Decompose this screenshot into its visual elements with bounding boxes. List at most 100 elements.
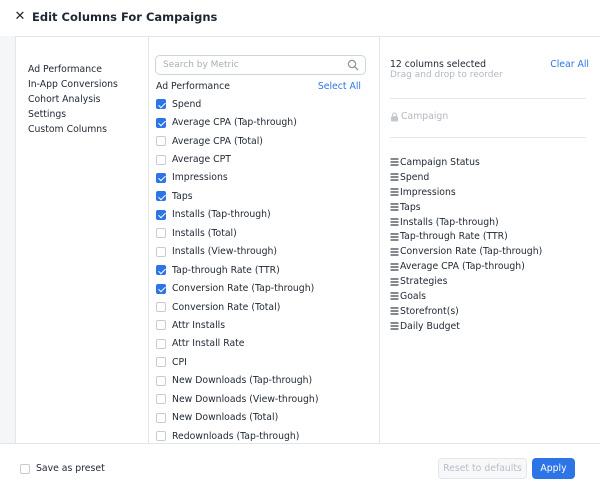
selected-column: 12 columns selected Drag and drop to reo… [380,37,600,444]
selected-column-item[interactable]: Installs (Tap-through) [390,215,542,230]
checkbox[interactable] [20,463,30,474]
metric-label: Conversion Rate (Tap-through) [172,283,315,295]
drag-handle-icon[interactable] [390,173,399,181]
metric-row[interactable]: Tap-through Rate (TTR) [156,261,318,279]
metric-row[interactable]: Installs (Tap-through) [156,206,318,224]
checkbox[interactable] [156,117,166,128]
checkbox[interactable] [156,246,166,257]
checkbox[interactable] [156,394,166,405]
section-label: Ad Performance [156,81,230,92]
checkbox[interactable] [156,136,166,147]
selected-column-item[interactable]: Taps [390,200,542,215]
metric-row[interactable]: Average CPA (Total) [156,132,318,150]
metric-list: Spend Average CPA (Tap-through) Average CP… [156,95,318,444]
selected-column-label: Taps [400,201,421,213]
save-preset-label: Save as preset [36,463,105,474]
apply-button[interactable]: Apply [532,458,575,479]
metric-label: Average CPA (Tap-through) [172,117,297,129]
metric-row[interactable]: New Downloads (Total) [156,408,318,426]
category-item[interactable]: In-App Conversions [28,77,118,92]
selected-column-item[interactable]: Average CPA (Tap-through) [390,259,542,274]
metric-row[interactable]: Installs (View-through) [156,243,318,261]
select-all-link[interactable]: Select All [318,81,361,92]
category-item[interactable]: Settings [28,107,118,122]
search-input[interactable] [163,57,343,73]
checkbox[interactable] [156,375,166,386]
drag-handle-icon[interactable] [390,278,399,286]
selected-column-item[interactable]: Campaign Status [390,155,542,170]
checkbox[interactable] [156,283,166,294]
metric-label: Spend [172,98,202,110]
checkbox[interactable] [156,228,166,239]
selected-column-item[interactable]: Daily Budget [390,319,542,334]
locked-column: Campaign [390,111,448,122]
metric-row[interactable]: Impressions [156,169,318,187]
metric-label: New Downloads (View-through) [172,393,319,405]
selected-column-item[interactable]: Strategies [390,274,542,289]
metric-row[interactable]: Taps [156,187,318,205]
category-item[interactable]: Custom Columns [28,122,118,137]
metric-row[interactable]: Average CPT [156,150,318,168]
drag-handle-icon[interactable] [390,218,399,226]
metric-row[interactable]: Attr Installs [156,316,318,334]
selected-list: Campaign Status Spend Impressions Taps Insta… [390,155,542,334]
category-item[interactable]: Cohort Analysis [28,92,118,107]
metric-row[interactable]: Average CPA (Tap-through) [156,113,318,131]
selected-column-item[interactable]: Spend [390,170,542,185]
metric-row[interactable]: New Downloads (View-through) [156,390,318,408]
category-column: Ad Performance In-App Conversions Cohort A… [16,37,149,444]
category-list: Ad Performance In-App Conversions Cohort A… [28,62,118,137]
checkbox[interactable] [156,302,166,313]
checkbox[interactable] [156,154,166,165]
metric-row[interactable]: Redownloads (Tap-through) [156,427,318,444]
selected-column-item[interactable]: Tap-through Rate (TTR) [390,229,542,244]
metric-row[interactable]: Installs (Total) [156,224,318,242]
metric-row[interactable]: Conversion Rate (Tap-through) [156,279,318,297]
drag-handle-icon[interactable] [390,263,399,271]
metric-row[interactable]: New Downloads (Tap-through) [156,372,318,390]
checkbox[interactable] [156,338,166,349]
selected-column-item[interactable]: Impressions [390,185,542,200]
metric-label: Conversion Rate (Total) [172,301,281,313]
checkbox[interactable] [156,99,166,110]
selected-column-label: Tap-through Rate (TTR) [400,231,508,243]
checkbox[interactable] [156,209,166,220]
checkbox[interactable] [156,431,166,442]
selected-column-item[interactable]: Storefront(s) [390,304,542,319]
checkbox[interactable] [156,172,166,183]
metric-row[interactable]: Attr Install Rate [156,335,318,353]
selected-column-item[interactable]: Conversion Rate (Tap-through) [390,244,542,259]
selected-column-label: Conversion Rate (Tap-through) [400,246,543,258]
drag-handle-icon[interactable] [390,292,399,301]
checkbox[interactable] [156,265,166,276]
drag-handle-icon[interactable] [390,307,399,315]
save-preset-checkbox[interactable]: Save as preset [20,463,105,474]
drag-handle-icon[interactable] [390,248,399,256]
metric-row[interactable]: CPI [156,353,318,371]
drag-handle-icon[interactable] [390,322,399,330]
checkbox[interactable] [156,412,166,423]
metric-row[interactable]: Spend [156,95,318,113]
checkbox[interactable] [156,191,166,202]
metric-label: Taps [172,190,193,202]
selected-column-item[interactable]: Goals [390,289,542,304]
divider [390,98,586,99]
clear-all-link[interactable]: Clear All [550,59,589,70]
checkbox[interactable] [156,320,166,331]
drag-handle-icon[interactable] [390,158,399,166]
category-item[interactable]: Ad Performance [28,62,118,77]
divider [390,137,586,138]
metric-label: New Downloads (Tap-through) [172,375,313,387]
metric-row[interactable]: Conversion Rate (Total) [156,298,318,316]
metric-label: Installs (View-through) [172,246,277,258]
metrics-column: Ad Performance Select All Spend Average C… [149,37,380,444]
reset-button[interactable]: Reset to defaults [438,458,527,479]
drag-handle-icon[interactable] [390,203,399,211]
selected-column-label: Daily Budget [400,320,460,332]
selected-column-label: Installs (Tap-through) [400,216,499,228]
close-icon[interactable]: ✕ [12,9,28,25]
drag-handle-icon[interactable] [390,233,399,241]
metric-label: Average CPA (Total) [172,135,263,147]
checkbox[interactable] [156,357,166,368]
drag-handle-icon[interactable] [390,188,399,196]
